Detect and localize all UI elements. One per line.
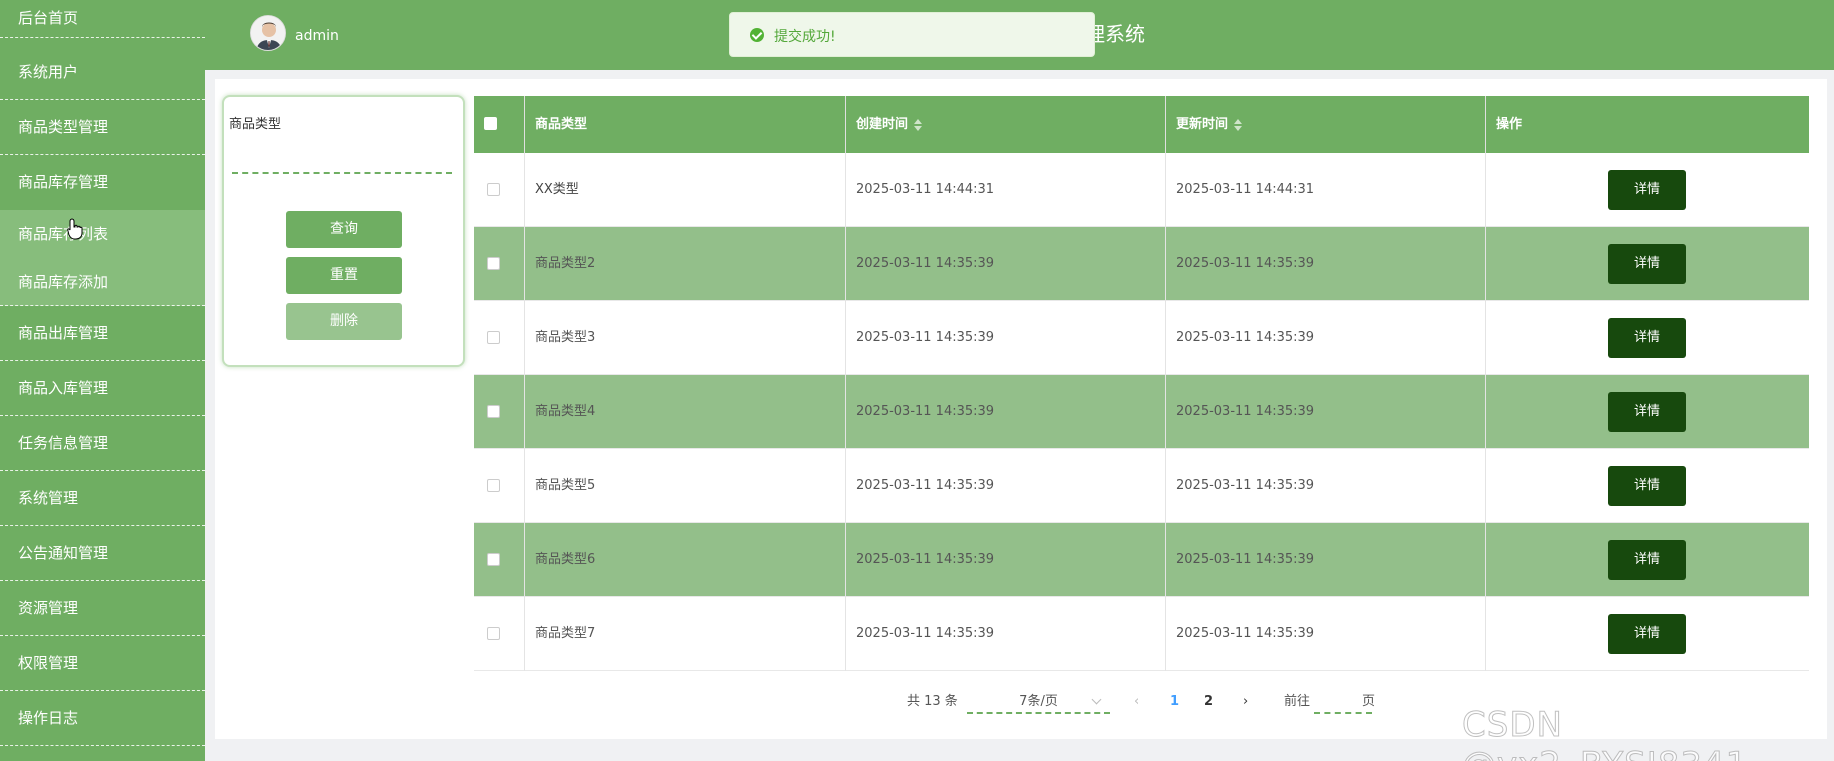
row-checkbox[interactable]	[487, 183, 500, 196]
detail-button[interactable]: 详情	[1608, 244, 1686, 284]
search-panel: 商品类型 查询 重置 删除	[222, 95, 465, 367]
cell-created-time: 2025-03-11 14:44:31	[846, 153, 1166, 227]
table-row: 商品类型6 2025-03-11 14:35:39 2025-03-11 14:…	[474, 523, 1809, 597]
header-created-time[interactable]: 创建时间	[846, 96, 1166, 153]
header-select-all-cell	[474, 96, 525, 153]
row-checkbox-cell	[474, 153, 525, 227]
cell-created-time: 2025-03-11 14:35:39	[846, 597, 1166, 671]
row-checkbox-cell	[474, 301, 525, 375]
query-button[interactable]: 查询	[286, 211, 402, 248]
row-checkbox[interactable]	[487, 627, 500, 640]
sidebar-item-inventory[interactable]: 商品库存管理	[0, 155, 205, 210]
page-size-select[interactable]: 7条/页	[967, 690, 1110, 714]
table-row: 商品类型3 2025-03-11 14:35:39 2025-03-11 14:…	[474, 301, 1809, 375]
next-page-chevron-right-icon[interactable]: ›	[1243, 690, 1248, 714]
page-number-2[interactable]: 2	[1204, 690, 1213, 714]
product-type-search-input[interactable]	[232, 142, 452, 174]
sidebar-item-outbound[interactable]: 商品出库管理	[0, 306, 205, 361]
user-avatar-icon	[251, 16, 285, 50]
detail-button[interactable]: 详情	[1608, 466, 1686, 506]
sidebar-item-inbound[interactable]: 商品入库管理	[0, 361, 205, 416]
header-updated-time[interactable]: 更新时间	[1166, 96, 1486, 153]
row-checkbox[interactable]	[487, 479, 500, 492]
chevron-down-icon	[1091, 694, 1102, 705]
search-label: 商品类型	[229, 117, 282, 132]
success-toast: 提交成功!	[729, 12, 1095, 57]
cell-created-time: 2025-03-11 14:35:39	[846, 227, 1166, 301]
detail-button[interactable]: 详情	[1608, 318, 1686, 358]
reset-button[interactable]: 重置	[286, 257, 402, 294]
cell-updated-time: 2025-03-11 14:44:31	[1166, 153, 1486, 227]
sidebar-item-system[interactable]: 系统管理	[0, 471, 205, 526]
detail-button[interactable]: 详情	[1608, 540, 1686, 580]
cell-created-time: 2025-03-11 14:35:39	[846, 375, 1166, 449]
cell-product-type: 商品类型4	[525, 375, 846, 449]
cell-product-type: 商品类型5	[525, 449, 846, 523]
sidebar-item-product-type[interactable]: 商品类型管理	[0, 100, 205, 155]
row-checkbox-cell	[474, 375, 525, 449]
avatar[interactable]	[250, 15, 286, 51]
row-checkbox[interactable]	[487, 331, 500, 344]
sidebar-item-notices[interactable]: 公告通知管理	[0, 526, 205, 581]
table-header: 商品类型 创建时间 更新时间 操作	[474, 96, 1809, 153]
sidebar-item-logs[interactable]: 操作日志	[0, 691, 205, 746]
hand-cursor-icon	[67, 218, 83, 240]
prev-page-chevron-left-icon[interactable]: ‹	[1134, 690, 1139, 714]
table-row: 商品类型2 2025-03-11 14:35:39 2025-03-11 14:…	[474, 227, 1809, 301]
table-row: 商品类型5 2025-03-11 14:35:39 2025-03-11 14:…	[474, 449, 1809, 523]
sidebar: 后台首页 系统用户 商品类型管理 商品库存管理 商品库存列表 商品库存添加 商品…	[0, 0, 205, 761]
sidebar-item-inventory-list[interactable]: 商品库存列表	[0, 210, 205, 258]
row-checkbox[interactable]	[487, 405, 500, 418]
cell-updated-time: 2025-03-11 14:35:39	[1166, 227, 1486, 301]
select-all-checkbox[interactable]	[484, 117, 497, 130]
cell-updated-time: 2025-03-11 14:35:39	[1166, 449, 1486, 523]
row-checkbox-cell	[474, 449, 525, 523]
cell-updated-time: 2025-03-11 14:35:39	[1166, 301, 1486, 375]
cell-created-time: 2025-03-11 14:35:39	[846, 449, 1166, 523]
header-actions: 操作	[1496, 117, 1523, 132]
pagination-total: 共 13 条	[907, 694, 958, 709]
sidebar-item-permissions[interactable]: 权限管理	[0, 636, 205, 691]
header-product-type: 商品类型	[525, 96, 846, 153]
cell-product-type: 商品类型6	[525, 523, 846, 597]
cell-created-time: 2025-03-11 14:35:39	[846, 301, 1166, 375]
watermark: CSDN @vx2_BYSJ8341	[1462, 705, 1748, 761]
cell-product-type: 商品类型3	[525, 301, 846, 375]
detail-button[interactable]: 详情	[1608, 614, 1686, 654]
sidebar-item-system-users[interactable]: 系统用户	[0, 38, 205, 100]
table-row: XX类型 2025-03-11 14:44:31 2025-03-11 14:4…	[474, 153, 1809, 227]
page-number-1[interactable]: 1	[1170, 690, 1179, 714]
sidebar-item-tasks[interactable]: 任务信息管理	[0, 416, 205, 471]
cell-updated-time: 2025-03-11 14:35:39	[1166, 375, 1486, 449]
cell-product-type: 商品类型2	[525, 227, 846, 301]
cell-updated-time: 2025-03-11 14:35:39	[1166, 523, 1486, 597]
row-checkbox[interactable]	[487, 553, 500, 566]
row-checkbox-cell	[474, 597, 525, 671]
table-row: 商品类型4 2025-03-11 14:35:39 2025-03-11 14:…	[474, 375, 1809, 449]
goto-suffix: 页	[1362, 694, 1376, 709]
sidebar-item-resources[interactable]: 资源管理	[0, 581, 205, 636]
sidebar-item-inventory-add[interactable]: 商品库存添加	[0, 258, 205, 306]
check-circle-icon	[750, 28, 764, 42]
cell-product-type: XX类型	[525, 153, 846, 227]
detail-button[interactable]: 详情	[1608, 392, 1686, 432]
toast-message: 提交成功!	[774, 29, 836, 45]
sort-icon[interactable]	[1234, 118, 1243, 131]
row-checkbox-cell	[474, 227, 525, 301]
cell-updated-time: 2025-03-11 14:35:39	[1166, 597, 1486, 671]
delete-button[interactable]: 删除	[286, 303, 402, 340]
detail-button[interactable]: 详情	[1608, 170, 1686, 210]
row-checkbox[interactable]	[487, 257, 500, 270]
cell-product-type: 商品类型7	[525, 597, 846, 671]
sidebar-item-home[interactable]: 后台首页	[0, 8, 205, 38]
cell-created-time: 2025-03-11 14:35:39	[846, 523, 1166, 597]
table-row: 商品类型7 2025-03-11 14:35:39 2025-03-11 14:…	[474, 597, 1809, 671]
goto-label: 前往	[1284, 694, 1311, 709]
row-checkbox-cell	[474, 523, 525, 597]
username: admin	[295, 28, 339, 44]
sort-icon[interactable]	[914, 118, 923, 131]
